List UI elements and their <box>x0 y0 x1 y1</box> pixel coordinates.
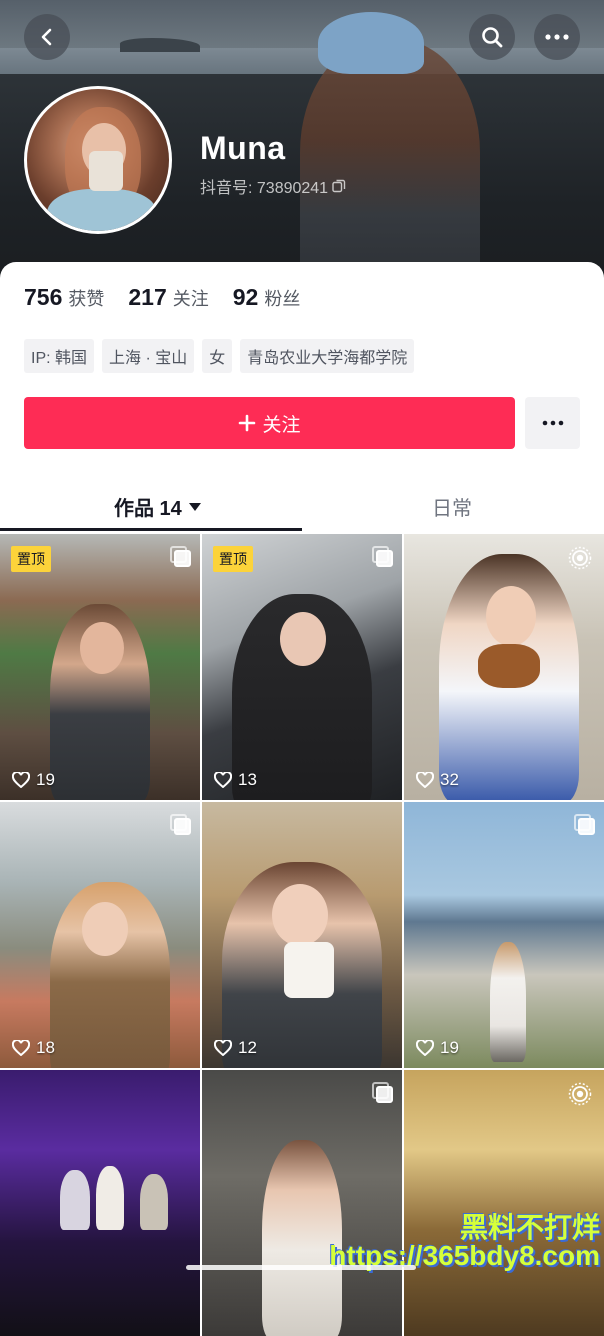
live-photo-icon <box>568 546 592 570</box>
like-count-text: 13 <box>238 770 257 789</box>
multi-image-icon <box>372 1082 393 1103</box>
grid-item[interactable]: 18 <box>0 802 200 1068</box>
grid-item[interactable]: 置顶 19 <box>0 534 200 800</box>
heart-icon <box>12 772 30 788</box>
grid-item[interactable]: 置顶 13 <box>202 534 402 800</box>
douyin-id-text: 抖音号: 73890241 <box>200 180 329 197</box>
douyin-id[interactable]: 抖音号: 73890241 <box>200 174 346 198</box>
stat-number: 756 <box>24 284 63 310</box>
more-icon <box>542 420 563 426</box>
more-options-button[interactable] <box>534 14 580 60</box>
stat-followers[interactable]: 92 粉丝 <box>233 284 301 311</box>
multi-image-icon <box>372 546 393 567</box>
like-count: 19 <box>416 1038 459 1058</box>
search-button[interactable] <box>469 14 515 60</box>
tag-location: 上海 · 宝山 <box>102 339 195 373</box>
heart-icon <box>416 772 434 788</box>
profile-name: Muna <box>200 130 286 166</box>
like-count: 12 <box>214 1038 257 1058</box>
pinned-badge: 置顶 <box>11 546 51 572</box>
stat-label: 粉丝 <box>264 289 301 309</box>
video-grid: 置顶 19 置顶 13 32 18 12 19 <box>0 534 604 1336</box>
tab-works-label: 作品 14 <box>114 498 182 520</box>
message-more-button[interactable] <box>525 397 580 449</box>
follow-button[interactable]: 关注 <box>24 397 515 449</box>
back-button[interactable] <box>24 14 70 60</box>
heart-icon <box>214 772 232 788</box>
tab-daily[interactable]: 日常 <box>432 492 472 521</box>
heart-icon <box>214 1040 232 1056</box>
banner-cap <box>318 12 424 74</box>
like-count-text: 19 <box>440 1038 459 1057</box>
tab-daily-label: 日常 <box>432 498 472 520</box>
pinned-badge: 置顶 <box>213 546 253 572</box>
stat-number: 217 <box>128 284 167 310</box>
like-count-text: 19 <box>36 770 55 789</box>
more-icon <box>545 34 569 40</box>
tag-gender: 女 <box>202 339 233 373</box>
grid-item[interactable]: 19 <box>404 802 604 1068</box>
tab-works[interactable]: 作品 14 <box>114 492 202 521</box>
like-count-text: 18 <box>36 1038 55 1057</box>
grid-item[interactable]: 32 <box>404 534 604 800</box>
like-count: 32 <box>416 770 459 790</box>
stat-label: 获赞 <box>68 289 105 309</box>
grid-item[interactable] <box>0 1070 200 1336</box>
like-count-text: 12 <box>238 1038 257 1057</box>
stat-following[interactable]: 217 关注 <box>128 284 208 311</box>
tag-ip: IP: 韩国 <box>24 339 95 373</box>
active-tab-indicator <box>0 528 302 531</box>
heart-icon <box>12 1040 30 1056</box>
search-icon <box>482 27 503 48</box>
tag-school: 青岛农业大学海都学院 <box>240 339 415 373</box>
heart-icon <box>416 1040 434 1056</box>
profile-tags: IP: 韩国 上海 · 宝山 女 青岛农业大学海都学院 <box>24 339 415 373</box>
back-icon <box>41 28 52 46</box>
stats-row: 756 获赞 217 关注 92 粉丝 <box>24 284 300 311</box>
follow-label: 关注 <box>262 414 301 436</box>
stat-label: 关注 <box>172 289 209 309</box>
like-count: 13 <box>214 770 257 790</box>
live-photo-icon <box>568 1082 592 1106</box>
home-indicator[interactable] <box>186 1265 416 1270</box>
stat-likes[interactable]: 756 获赞 <box>24 284 104 311</box>
stat-number: 92 <box>232 284 259 310</box>
multi-image-icon <box>170 546 191 567</box>
dropdown-triangle-icon <box>188 502 201 511</box>
banner-island <box>120 38 200 52</box>
plus-icon <box>239 414 256 432</box>
avatar[interactable] <box>24 86 172 234</box>
like-count: 18 <box>12 1038 55 1058</box>
like-count-text: 32 <box>440 770 459 789</box>
banner-person <box>300 40 480 290</box>
multi-image-icon <box>170 814 191 835</box>
multi-image-icon <box>574 814 595 835</box>
copy-icon[interactable] <box>332 179 346 193</box>
grid-item[interactable]: 12 <box>202 802 402 1068</box>
like-count: 19 <box>12 770 55 790</box>
content-tabs: 作品 14 日常 <box>0 482 604 532</box>
